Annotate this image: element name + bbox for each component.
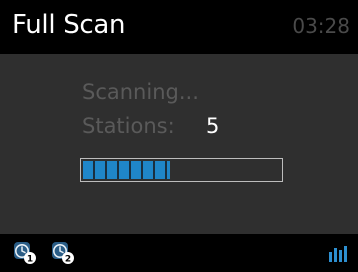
preset-number-2: 2 <box>65 255 71 265</box>
alarm-clock-icon[interactable]: 1 <box>12 241 38 265</box>
signal-strength-icon <box>329 246 347 262</box>
radio-display: Full Scan 03:28 Scanning... Stations: 5 … <box>0 0 358 272</box>
preset-number-1: 1 <box>27 255 33 265</box>
scan-progress-bar <box>80 158 283 182</box>
footer-bar: 1 2 <box>0 234 358 272</box>
stations-count: 5 <box>206 114 220 138</box>
scan-progress-fill <box>83 161 170 179</box>
scan-panel: Scanning... Stations: 5 <box>0 54 358 234</box>
scan-status-text: Scanning... <box>82 80 199 104</box>
header-bar: Full Scan 03:28 <box>0 0 358 54</box>
stations-label: Stations: <box>82 114 175 138</box>
alarm-clock-icon[interactable]: 2 <box>50 241 76 265</box>
clock-time: 03:28 <box>292 14 350 38</box>
screen-title: Full Scan <box>12 10 126 40</box>
